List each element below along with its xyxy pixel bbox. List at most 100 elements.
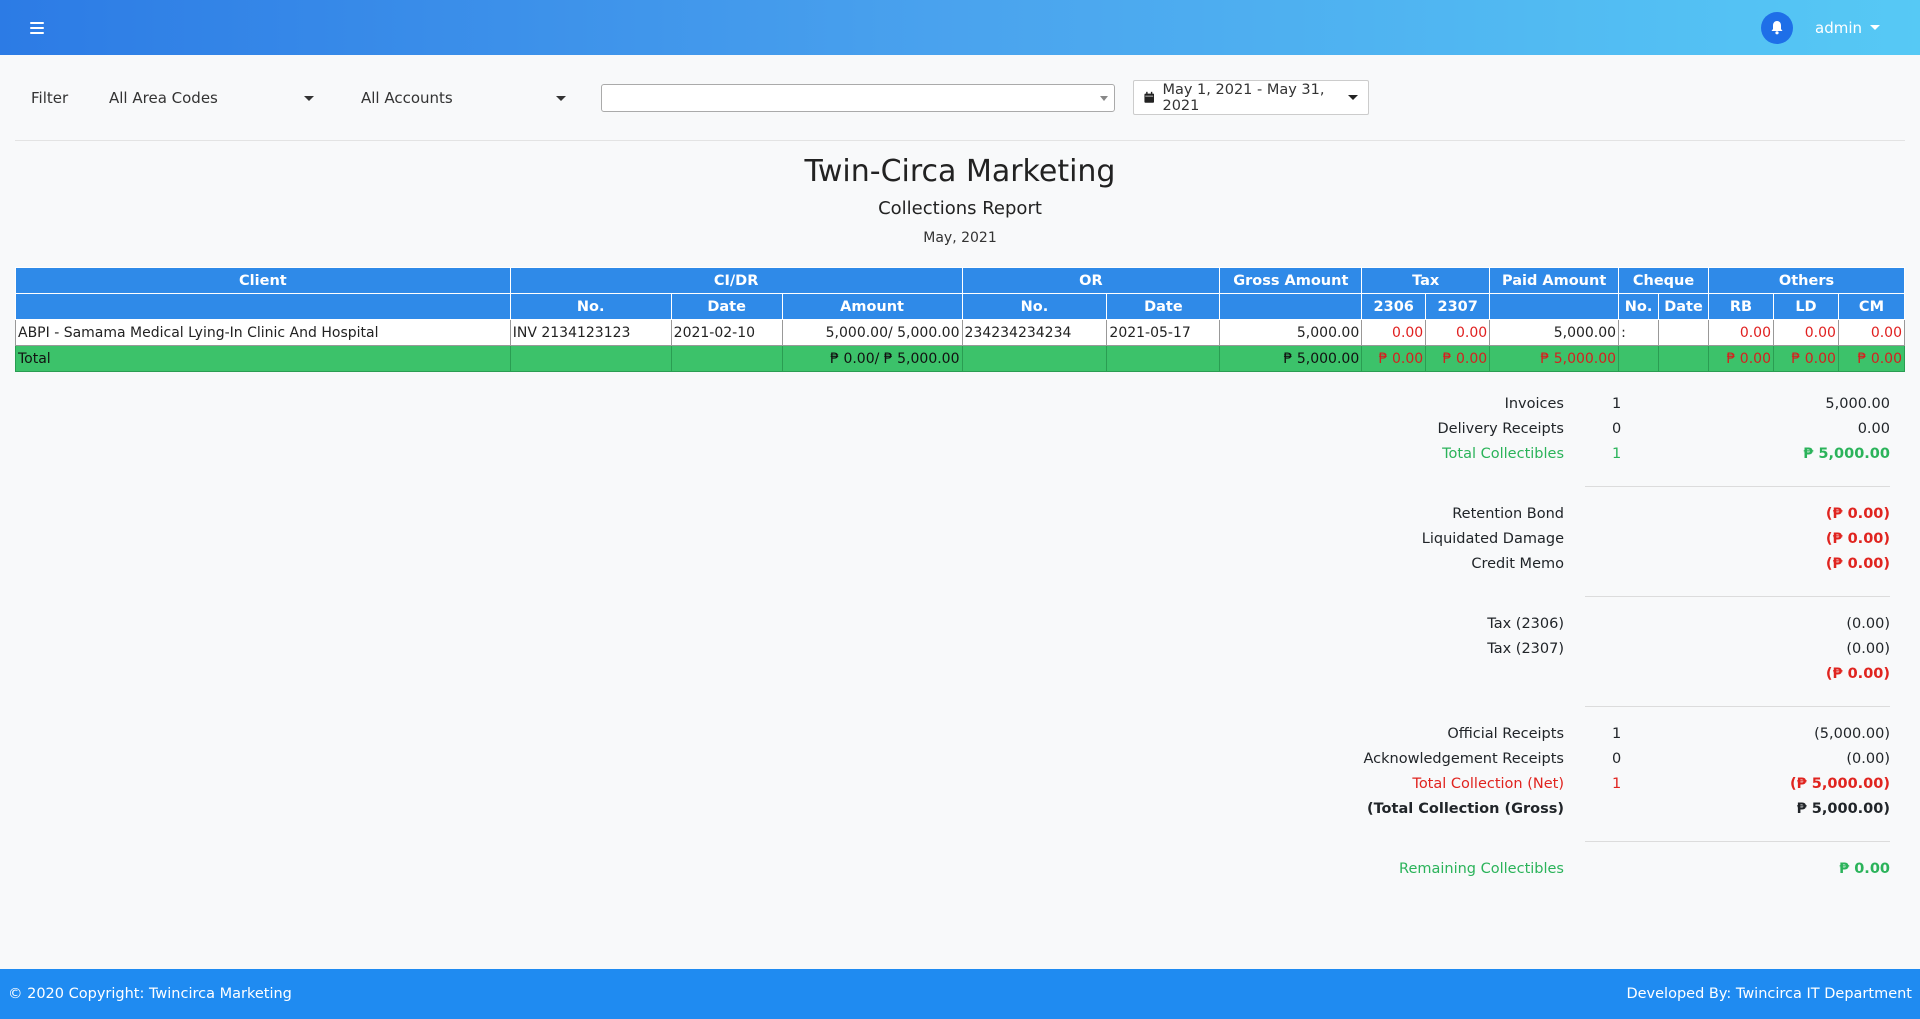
total-row: Total ₱ 0.00/ ₱ 5,000.00 ₱ 5,000.00 ₱ 0.… <box>15 345 1906 372</box>
total-label: Total <box>15 345 511 372</box>
filter-bar: Filter All Area Codes All Accounts May 1… <box>15 80 1905 140</box>
total-rb: ₱ 0.00 <box>1708 345 1774 372</box>
summary-label: Delivery Receipts <box>1437 421 1564 437</box>
area-code-value: All Area Codes <box>109 89 218 107</box>
chevron-down-icon <box>556 95 566 101</box>
cell-client: ABPI - Samama Medical Lying-In Clinic An… <box>15 319 511 346</box>
total-empty <box>1658 345 1710 372</box>
area-code-select[interactable]: All Area Codes <box>99 80 324 116</box>
accounts-select[interactable]: All Accounts <box>351 80 576 116</box>
col-rb: RB <box>1708 293 1774 320</box>
footer-developer: Developed By: Twincirca IT Department <box>1626 986 1912 1002</box>
report-title: Collections Report <box>878 198 1042 219</box>
date-range-picker[interactable]: May 1, 2021 - May 31, 2021 <box>1133 80 1369 115</box>
cell-or-date: 2021-05-17 <box>1106 319 1221 346</box>
divider <box>15 140 1905 141</box>
summary-total-gross: (Total Collection (Gross) ₱ 5,000.00) <box>1367 801 1890 823</box>
summary-count: 0 <box>1612 751 1622 767</box>
col-cheque: Cheque <box>1618 267 1710 294</box>
total-gross: ₱ 5,000.00 <box>1219 345 1363 372</box>
company-name: Twin-Circa Marketing <box>804 154 1116 189</box>
total-empty <box>1618 345 1660 372</box>
col-or-no: No. <box>961 293 1108 320</box>
summary-value: (₱ 0.00) <box>1825 666 1890 682</box>
total-empty <box>509 345 672 372</box>
user-name: admin <box>1815 18 1862 37</box>
summary-value: (0.00) <box>1846 616 1890 632</box>
chevron-down-icon <box>304 95 314 101</box>
calendar-icon <box>1144 91 1155 103</box>
notifications-bell-icon[interactable] <box>1761 11 1793 44</box>
user-menu[interactable]: admin <box>1815 19 1880 37</box>
cell-tax-2306: 0.00 <box>1361 319 1427 346</box>
cell-gross: 5,000.00 <box>1219 319 1363 346</box>
footer-copyright: © 2020 Copyright: Twincirca Marketing <box>8 986 292 1002</box>
summary-label: Acknowledgement Receipts <box>1363 751 1564 767</box>
col-client: Client <box>15 267 511 294</box>
menu-toggle-icon[interactable] <box>30 21 44 34</box>
chevron-down-icon <box>1870 25 1880 30</box>
summary-label: Credit Memo <box>1471 556 1564 572</box>
col-cm: CM <box>1837 293 1906 320</box>
summary-retention-bond: Retention Bond (₱ 0.00) <box>1380 506 1890 528</box>
col-cidr-date: Date <box>670 293 783 320</box>
cell-ld: 0.00 <box>1772 319 1839 346</box>
client-select[interactable] <box>601 84 1115 112</box>
summary-liquidated-damage: Liquidated Damage (₱ 0.00) <box>1380 531 1890 553</box>
cell-cidr-no: INV 2134123123 <box>509 319 672 346</box>
summary-label: (Total Collection (Gross) <box>1366 801 1564 817</box>
col-tax: Tax <box>1361 267 1491 294</box>
divider <box>1585 841 1890 842</box>
col-paid: Paid Amount <box>1489 267 1620 294</box>
summary-total-net: Total Collection (Net) 1 (₱ 5,000.00) <box>1380 776 1890 798</box>
summary-value: (₱ 0.00) <box>1825 531 1890 547</box>
summary-label: Total Collection (Net) <box>1412 776 1564 792</box>
summary-delivery-receipts: Delivery Receipts 0 0.00 <box>1380 421 1890 443</box>
table-row: ABPI - Samama Medical Lying-In Clinic An… <box>15 319 1906 346</box>
cell-cidr-date: 2021-02-10 <box>670 319 783 346</box>
total-empty <box>1106 345 1221 372</box>
summary-value: ₱ 0.00 <box>1839 861 1890 877</box>
summary-total-collectibles: Total Collectibles 1 ₱ 5,000.00 <box>1380 446 1890 468</box>
summary-value: (0.00) <box>1846 641 1890 657</box>
summary-official-receipts: Official Receipts 1 (5,000.00) <box>1380 726 1890 748</box>
summary-value: ₱ 5,000.00 <box>1803 446 1890 462</box>
summary-credit-memo: Credit Memo (₱ 0.00) <box>1380 556 1890 578</box>
summary-count: 1 <box>1612 726 1622 742</box>
summary-label: Tax (2306) <box>1487 616 1564 632</box>
total-cidr-amount: ₱ 0.00/ ₱ 5,000.00 <box>781 345 963 372</box>
summary-invoices: Invoices 1 5,000.00 <box>1380 396 1890 418</box>
divider <box>1585 486 1890 487</box>
col-cheque-no: No. <box>1618 293 1660 320</box>
col-client-sub <box>15 293 511 320</box>
col-tax-2307: 2307 <box>1425 293 1491 320</box>
chevron-down-icon <box>1348 95 1358 100</box>
summary-value: (₱ 5,000.00) <box>1790 776 1890 792</box>
summary-tax-2307: Tax (2307) (0.00) <box>1380 641 1890 663</box>
total-empty <box>961 345 1108 372</box>
accounts-value: All Accounts <box>361 89 453 107</box>
col-or: OR <box>961 267 1221 294</box>
summary-value: (5,000.00) <box>1814 726 1890 742</box>
footer: © 2020 Copyright: Twincirca Marketing De… <box>0 969 1920 1019</box>
collections-table: Client CI/DR OR Gross Amount Tax Paid Am… <box>15 267 1906 372</box>
col-or-date: Date <box>1106 293 1221 320</box>
summary-label: Invoices <box>1504 396 1564 412</box>
summary-value: (0.00) <box>1846 751 1890 767</box>
total-cm: ₱ 0.00 <box>1837 345 1906 372</box>
summary-count: 1 <box>1612 396 1622 412</box>
dropdown-arrow-icon <box>1100 96 1108 101</box>
date-range-value: May 1, 2021 - May 31, 2021 <box>1162 81 1325 114</box>
divider <box>1585 596 1890 597</box>
col-cidr-no: No. <box>509 293 672 320</box>
cell-cidr-amount: 5,000.00/ 5,000.00 <box>781 319 963 346</box>
cell-tax-2307: 0.00 <box>1425 319 1491 346</box>
summary-tax-2306: Tax (2306) (0.00) <box>1380 616 1890 638</box>
report-period: May, 2021 <box>923 230 997 246</box>
summary-count: 1 <box>1612 446 1622 462</box>
col-gross: Gross Amount <box>1219 267 1363 294</box>
summary-label: Retention Bond <box>1452 506 1564 522</box>
filter-label: Filter <box>31 89 69 107</box>
summary-value: 5,000.00 <box>1825 396 1890 412</box>
summary-value: (₱ 0.00) <box>1825 506 1890 522</box>
